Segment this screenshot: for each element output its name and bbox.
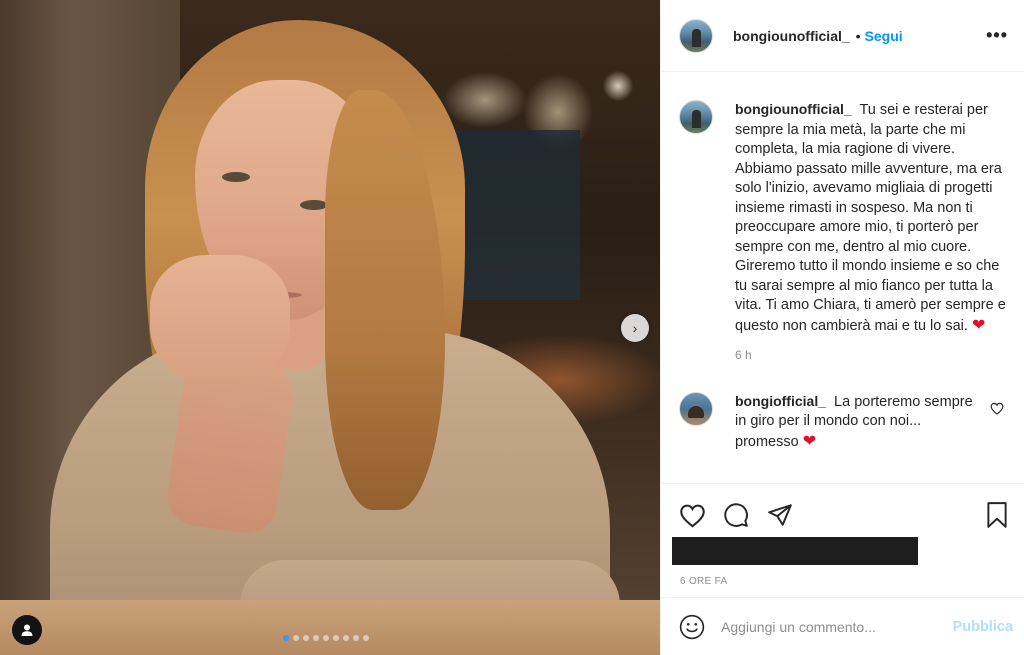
header-username-link[interactable]: bongiounofficial_ (733, 28, 850, 44)
follow-label: Segui (864, 27, 903, 44)
follow-button[interactable]: • Segui (856, 28, 903, 44)
share-button[interactable] (765, 500, 795, 530)
caption-body: bongiounofficial_ Tu sei e resterai per … (735, 100, 1008, 366)
comments-section: bongiounofficial_ Tu sei e resterai per … (661, 72, 1024, 484)
likes-count-redacted (672, 537, 918, 565)
caption-time[interactable]: 6 h (735, 346, 1008, 366)
carousel-next-button[interactable]: › (621, 314, 649, 342)
post-photo[interactable]: › (0, 0, 660, 655)
like-button[interactable] (677, 500, 707, 530)
avatar[interactable] (679, 18, 713, 53)
post-header: bongiounofficial_ • Segui ••• (661, 0, 1024, 72)
share-icon (768, 504, 792, 526)
photo-hand (150, 255, 290, 385)
heart-icon (679, 504, 705, 527)
red-heart-emoji: ❤ (802, 432, 817, 450)
user-tag-icon (21, 624, 33, 636)
carousel-dot (323, 635, 329, 641)
bookmark-icon (987, 502, 1007, 528)
carousel-dot (283, 635, 289, 641)
caption-username-link[interactable]: bongiounofficial_ (735, 101, 852, 117)
photo-eye-left (222, 172, 250, 182)
carousel-dot (363, 635, 369, 641)
carousel-dots (283, 635, 369, 641)
comment-button[interactable] (721, 500, 751, 530)
caption-text: Tu sei e resterai per sempre la mia metà… (735, 102, 1006, 334)
carousel-dot (313, 635, 319, 641)
carousel-dot (333, 635, 339, 641)
more-options-icon[interactable]: ••• (986, 25, 1008, 46)
avatar[interactable] (679, 100, 713, 134)
emoji-icon[interactable] (679, 614, 705, 640)
carousel-dot (343, 635, 349, 641)
comment-input[interactable] (721, 618, 953, 635)
comment-composer: Pubblica (661, 597, 1024, 655)
red-heart-emoji: ❤ (971, 316, 986, 334)
comment-icon (724, 503, 748, 527)
save-button[interactable] (982, 500, 1012, 530)
carousel-dot (303, 635, 309, 641)
carousel-dot (353, 635, 359, 641)
reply-comment: bongiofficial_ La porteremo sempre in gi… (679, 391, 1008, 453)
action-bar (661, 484, 1024, 532)
chevron-right-icon: › (632, 320, 638, 336)
post-time[interactable]: 6 ORE FA (680, 576, 1024, 587)
publish-button[interactable]: Pubblica (953, 619, 1013, 635)
carousel-dot (293, 635, 299, 641)
photo-table (0, 600, 660, 655)
avatar[interactable] (679, 391, 713, 426)
reply-username-link[interactable]: bongiofficial_ (735, 393, 826, 409)
reply-body: bongiofficial_ La porteremo sempre in gi… (735, 392, 978, 453)
photo-eye-right (300, 200, 328, 210)
follow-dot: • (855, 27, 861, 44)
caption-comment: bongiounofficial_ Tu sei e resterai per … (679, 100, 1008, 366)
comment-like-button[interactable] (990, 402, 1008, 420)
post-side-panel: bongiounofficial_ • Segui ••• bongiounoff… (660, 0, 1024, 655)
heart-icon (990, 402, 1004, 415)
user-tag-button[interactable] (12, 615, 42, 645)
